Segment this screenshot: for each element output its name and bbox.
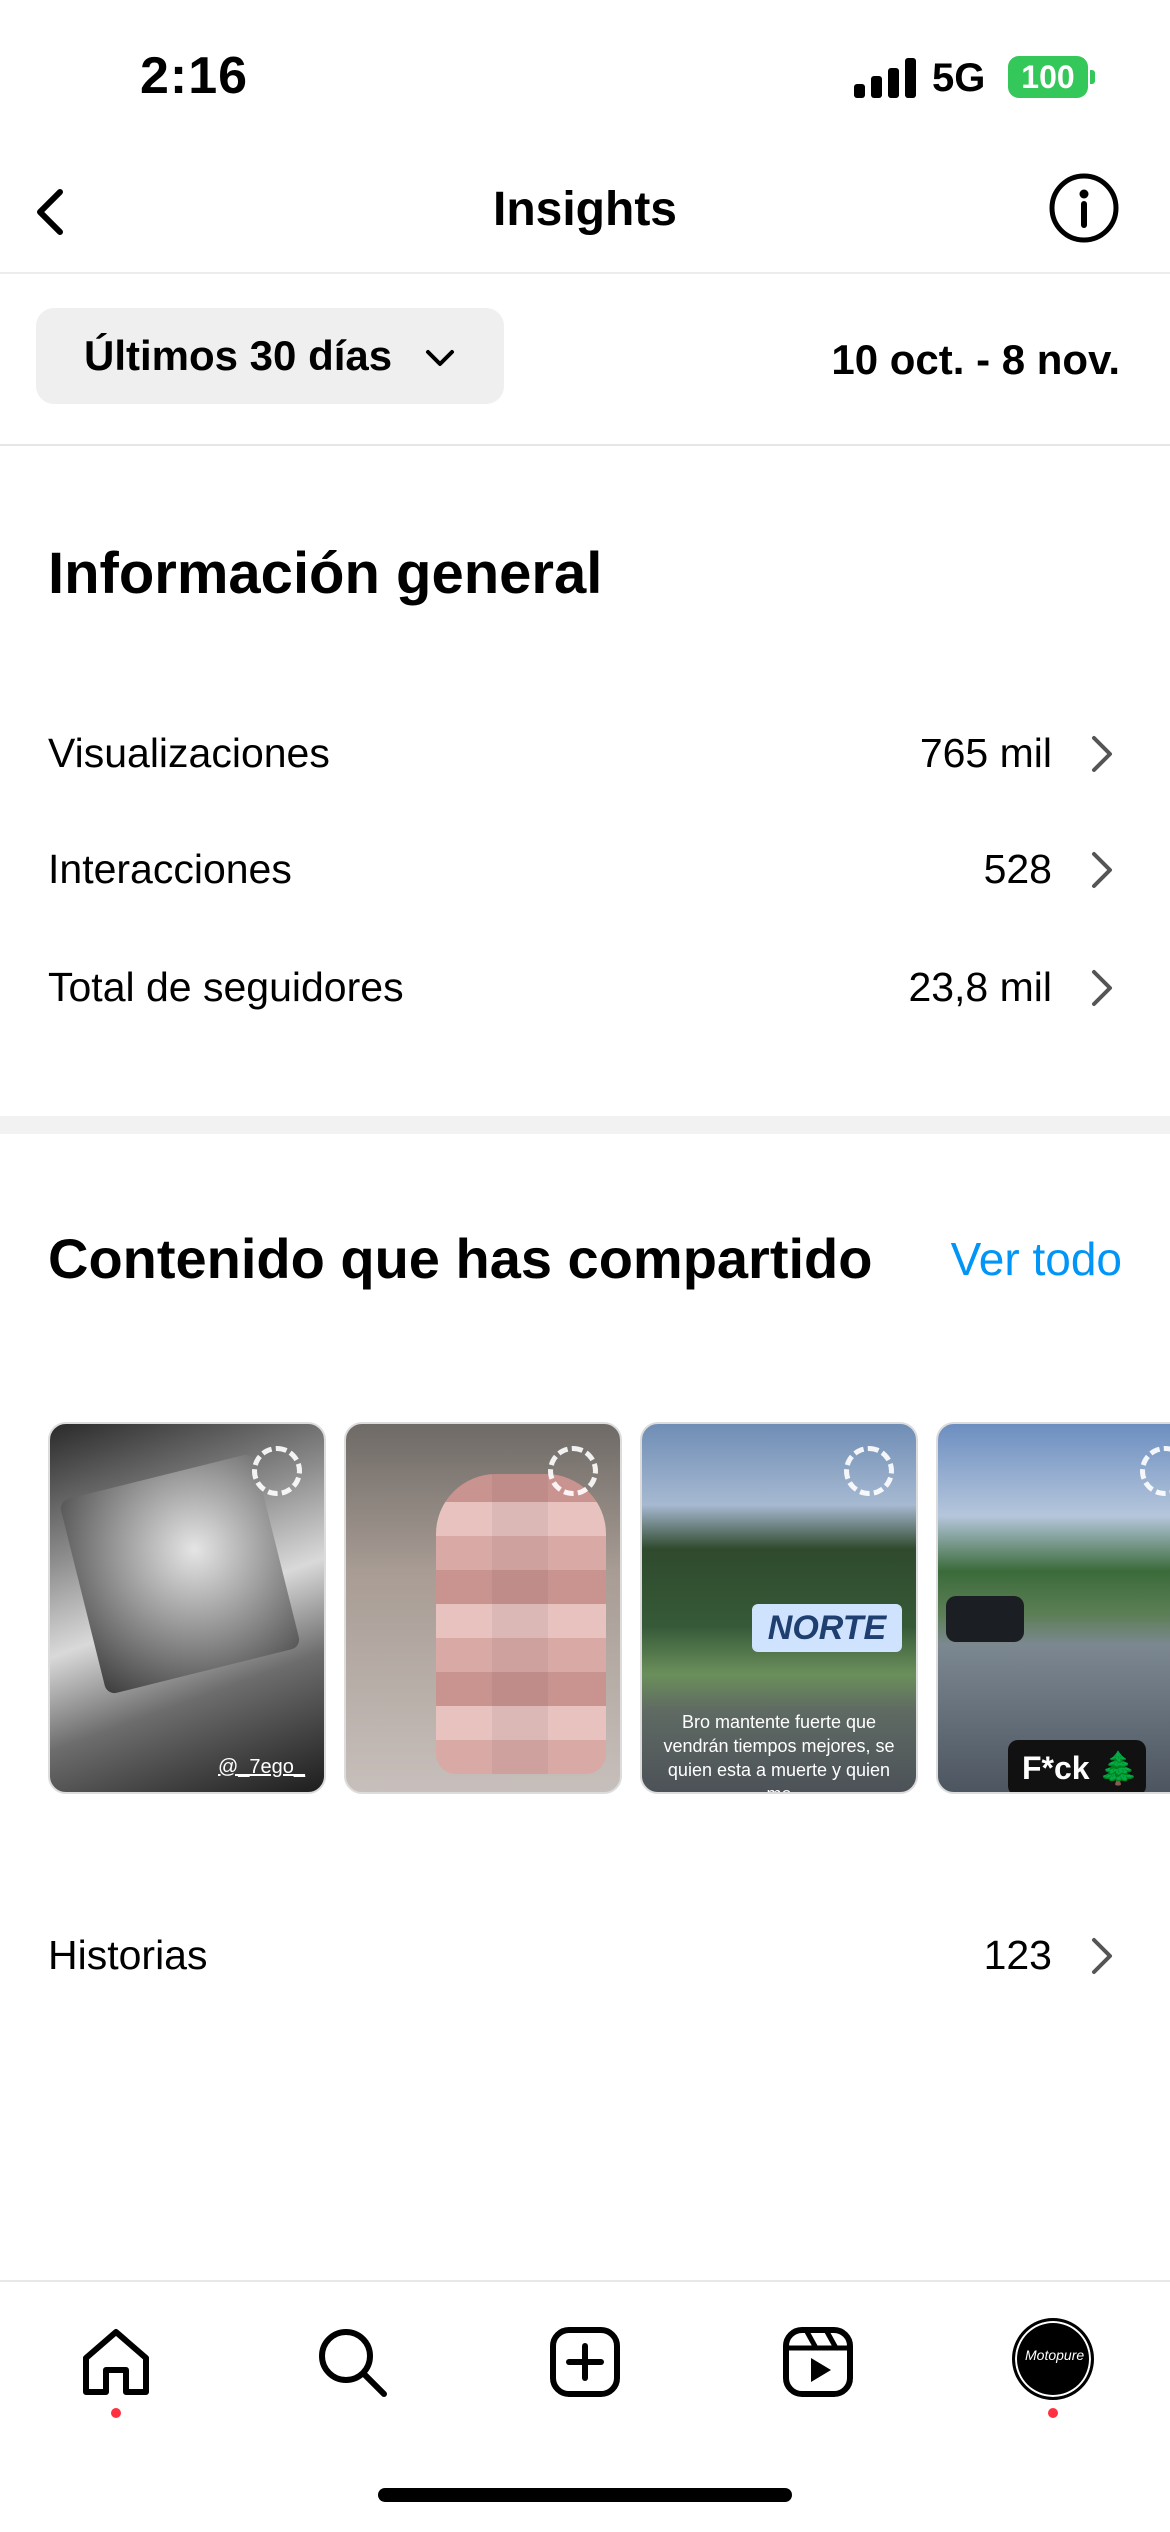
metric-value: 765 mil [919, 730, 1052, 776]
search-icon [319, 2329, 387, 2397]
thumbnail-image [946, 1596, 1024, 1642]
battery-icon: 100 [1008, 56, 1088, 98]
thumbnail-caption: Bro mantente fuerte que vendrán tiempos … [663, 1712, 895, 1794]
reels-icon [783, 2327, 853, 2397]
metric-value: 528 [983, 846, 1052, 892]
notification-dot [1048, 2408, 1058, 2418]
thumbnail-image [436, 1474, 606, 1774]
info-icon [1049, 173, 1119, 243]
story-thumbnail[interactable]: F*ck 🌲 [936, 1422, 1170, 1794]
home-indicator [378, 2488, 792, 2502]
section-divider [0, 1116, 1170, 1134]
story-thumbnail[interactable]: @_7ego_ [48, 1422, 326, 1794]
tab-home[interactable] [76, 2322, 156, 2402]
chevron-right-icon [1092, 736, 1112, 772]
metric-label: Historias [48, 1932, 208, 1978]
tab-reels[interactable] [778, 2322, 858, 2402]
metric-value: 123 [983, 1932, 1052, 1978]
chevron-down-icon [426, 350, 454, 366]
date-filter-row: Últimos 30 días 10 oct. - 8 nov. [0, 274, 1170, 446]
metric-row-followers[interactable]: Total de seguidores 23,8 mil [0, 938, 1170, 1038]
story-thumbnail[interactable] [344, 1422, 622, 1794]
avatar-text: Motopure [1025, 2347, 1085, 2363]
info-button[interactable] [1046, 170, 1122, 246]
graffiti-text: NORTE [752, 1604, 902, 1652]
loading-icon [252, 1446, 302, 1496]
loading-icon [1140, 1446, 1170, 1496]
content-title: Contenido que has compartido [48, 1227, 873, 1290]
network-type: 5G [932, 56, 986, 100]
battery-nub [1090, 70, 1095, 84]
metric-row-interactions[interactable]: Interacciones 528 [0, 820, 1170, 920]
status-time: 2:16 [140, 47, 249, 105]
content-thumbnails: @_7ego_ NORTE Bro mantente fuerte que ve… [48, 1422, 1170, 1794]
see-all-link[interactable]: Ver todo [951, 1232, 1122, 1286]
metric-label: Interacciones [48, 846, 292, 892]
thumbnail-caption: @_7ego_ [218, 1756, 306, 1778]
metric-row-views[interactable]: Visualizaciones 765 mil [0, 704, 1170, 804]
tab-search[interactable] [312, 2322, 392, 2402]
loading-icon [548, 1446, 598, 1496]
page-title: Insights [492, 183, 677, 236]
signal-icon [854, 58, 916, 98]
create-icon [550, 2327, 620, 2397]
tab-create[interactable] [545, 2322, 625, 2402]
metric-label: Visualizaciones [48, 730, 330, 776]
story-thumbnail[interactable]: NORTE Bro mantente fuerte que vendrán ti… [640, 1422, 918, 1794]
date-range-label: Últimos 30 días [84, 332, 393, 379]
profile-avatar[interactable]: Motopure [1012, 2318, 1094, 2400]
chevron-right-icon [1092, 1938, 1112, 1974]
chevron-right-icon [1092, 970, 1112, 1006]
date-range-text: 10 oct. - 8 nov. [831, 336, 1120, 383]
home-icon [83, 2329, 149, 2395]
overview-title: Información general [48, 541, 603, 606]
metric-value: 23,8 mil [908, 964, 1052, 1010]
chevron-right-icon [1092, 852, 1112, 888]
nav-header: Insights [0, 150, 1170, 274]
status-bar: 2:16 5G 100 [0, 0, 1170, 150]
loading-icon [844, 1446, 894, 1496]
date-range-dropdown[interactable]: Últimos 30 días [36, 308, 504, 404]
notification-dot [111, 2408, 121, 2418]
metric-label: Total de seguidores [48, 964, 404, 1010]
metric-row-stories[interactable]: Historias 123 [0, 1906, 1170, 2006]
thumbnail-caption: F*ck 🌲 [1008, 1740, 1146, 1792]
